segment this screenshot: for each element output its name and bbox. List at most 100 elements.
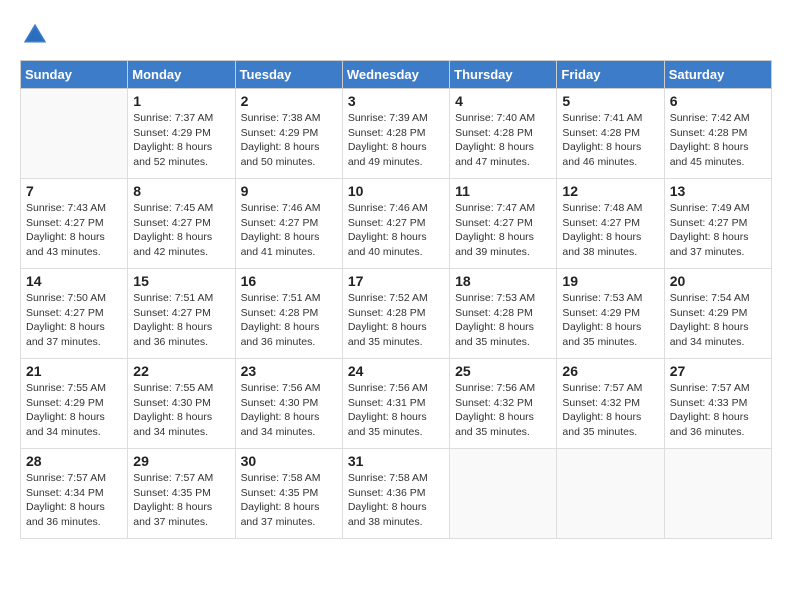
day-info: Sunrise: 7:47 AM Sunset: 4:27 PM Dayligh… <box>455 201 551 260</box>
day-number: 5 <box>562 93 658 109</box>
day-number: 27 <box>670 363 766 379</box>
day-cell: 7 Sunrise: 7:43 AM Sunset: 4:27 PM Daylig… <box>21 179 128 269</box>
day-cell: 24 Sunrise: 7:56 AM Sunset: 4:31 PM Dayli… <box>342 359 449 449</box>
day-info: Sunrise: 7:52 AM Sunset: 4:28 PM Dayligh… <box>348 291 444 350</box>
day-cell: 9 Sunrise: 7:46 AM Sunset: 4:27 PM Daylig… <box>235 179 342 269</box>
page-header <box>20 20 772 50</box>
calendar-header: SundayMondayTuesdayWednesdayThursdayFrid… <box>21 61 772 89</box>
day-cell: 30 Sunrise: 7:58 AM Sunset: 4:35 PM Dayli… <box>235 449 342 539</box>
day-info: Sunrise: 7:37 AM Sunset: 4:29 PM Dayligh… <box>133 111 229 170</box>
day-info: Sunrise: 7:55 AM Sunset: 4:29 PM Dayligh… <box>26 381 122 440</box>
day-number: 8 <box>133 183 229 199</box>
day-number: 4 <box>455 93 551 109</box>
day-number: 29 <box>133 453 229 469</box>
day-info: Sunrise: 7:50 AM Sunset: 4:27 PM Dayligh… <box>26 291 122 350</box>
day-cell: 31Sunrise: 7:58 AM Sunset: 4:36 PM Dayli… <box>342 449 449 539</box>
day-info: Sunrise: 7:57 AM Sunset: 4:32 PM Dayligh… <box>562 381 658 440</box>
day-info: Sunrise: 7:56 AM Sunset: 4:32 PM Dayligh… <box>455 381 551 440</box>
day-cell: 8 Sunrise: 7:45 AM Sunset: 4:27 PM Daylig… <box>128 179 235 269</box>
day-cell: 21Sunrise: 7:55 AM Sunset: 4:29 PM Dayli… <box>21 359 128 449</box>
day-info: Sunrise: 7:56 AM Sunset: 4:30 PM Dayligh… <box>241 381 337 440</box>
logo <box>20 20 54 50</box>
day-cell: 27Sunrise: 7:57 AM Sunset: 4:33 PM Dayli… <box>664 359 771 449</box>
day-info: Sunrise: 7:58 AM Sunset: 4:36 PM Dayligh… <box>348 471 444 530</box>
day-cell: 13 Sunrise: 7:49 AM Sunset: 4:27 PM Dayli… <box>664 179 771 269</box>
day-info: Sunrise: 7:56 AM Sunset: 4:31 PM Dayligh… <box>348 381 444 440</box>
day-info: Sunrise: 7:43 AM Sunset: 4:27 PM Dayligh… <box>26 201 122 260</box>
header-cell-tuesday: Tuesday <box>235 61 342 89</box>
day-info: Sunrise: 7:49 AM Sunset: 4:27 PM Dayligh… <box>670 201 766 260</box>
header-cell-sunday: Sunday <box>21 61 128 89</box>
week-row-4: 21Sunrise: 7:55 AM Sunset: 4:29 PM Dayli… <box>21 359 772 449</box>
day-cell: 14 Sunrise: 7:50 AM Sunset: 4:27 PM Dayli… <box>21 269 128 359</box>
day-info: Sunrise: 7:38 AM Sunset: 4:29 PM Dayligh… <box>241 111 337 170</box>
day-info: Sunrise: 7:57 AM Sunset: 4:35 PM Dayligh… <box>133 471 229 530</box>
day-info: Sunrise: 7:45 AM Sunset: 4:27 PM Dayligh… <box>133 201 229 260</box>
day-cell: 10Sunrise: 7:46 AM Sunset: 4:27 PM Dayli… <box>342 179 449 269</box>
week-row-2: 7 Sunrise: 7:43 AM Sunset: 4:27 PM Daylig… <box>21 179 772 269</box>
day-cell: 22 Sunrise: 7:55 AM Sunset: 4:30 PM Dayli… <box>128 359 235 449</box>
day-info: Sunrise: 7:57 AM Sunset: 4:34 PM Dayligh… <box>26 471 122 530</box>
day-number: 12 <box>562 183 658 199</box>
day-number: 20 <box>670 273 766 289</box>
day-number: 1 <box>133 93 229 109</box>
day-cell: 25Sunrise: 7:56 AM Sunset: 4:32 PM Dayli… <box>450 359 557 449</box>
header-cell-thursday: Thursday <box>450 61 557 89</box>
day-number: 22 <box>133 363 229 379</box>
day-cell: 16Sunrise: 7:51 AM Sunset: 4:28 PM Dayli… <box>235 269 342 359</box>
day-cell: 29 Sunrise: 7:57 AM Sunset: 4:35 PM Dayli… <box>128 449 235 539</box>
day-cell: 4 Sunrise: 7:40 AM Sunset: 4:28 PM Daylig… <box>450 89 557 179</box>
day-number: 24 <box>348 363 444 379</box>
day-cell: 19 Sunrise: 7:53 AM Sunset: 4:29 PM Dayli… <box>557 269 664 359</box>
day-number: 3 <box>348 93 444 109</box>
day-cell: 18Sunrise: 7:53 AM Sunset: 4:28 PM Dayli… <box>450 269 557 359</box>
week-row-1: 1 Sunrise: 7:37 AM Sunset: 4:29 PM Daylig… <box>21 89 772 179</box>
day-cell: 12 Sunrise: 7:48 AM Sunset: 4:27 PM Dayli… <box>557 179 664 269</box>
day-cell: 11 Sunrise: 7:47 AM Sunset: 4:27 PM Dayli… <box>450 179 557 269</box>
day-cell: 6Sunrise: 7:42 AM Sunset: 4:28 PM Daylig… <box>664 89 771 179</box>
day-number: 30 <box>241 453 337 469</box>
day-number: 9 <box>241 183 337 199</box>
logo-icon <box>20 20 50 50</box>
calendar-table: SundayMondayTuesdayWednesdayThursdayFrid… <box>20 60 772 539</box>
day-number: 10 <box>348 183 444 199</box>
day-info: Sunrise: 7:46 AM Sunset: 4:27 PM Dayligh… <box>241 201 337 260</box>
header-cell-friday: Friday <box>557 61 664 89</box>
day-cell: 26 Sunrise: 7:57 AM Sunset: 4:32 PM Dayli… <box>557 359 664 449</box>
day-cell: 28 Sunrise: 7:57 AM Sunset: 4:34 PM Dayli… <box>21 449 128 539</box>
day-info: Sunrise: 7:53 AM Sunset: 4:29 PM Dayligh… <box>562 291 658 350</box>
day-number: 17 <box>348 273 444 289</box>
day-number: 6 <box>670 93 766 109</box>
day-cell: 2 Sunrise: 7:38 AM Sunset: 4:29 PM Daylig… <box>235 89 342 179</box>
day-number: 14 <box>26 273 122 289</box>
day-number: 7 <box>26 183 122 199</box>
week-row-5: 28 Sunrise: 7:57 AM Sunset: 4:34 PM Dayli… <box>21 449 772 539</box>
day-number: 2 <box>241 93 337 109</box>
day-cell: 3 Sunrise: 7:39 AM Sunset: 4:28 PM Daylig… <box>342 89 449 179</box>
day-number: 19 <box>562 273 658 289</box>
day-cell: 20 Sunrise: 7:54 AM Sunset: 4:29 PM Dayli… <box>664 269 771 359</box>
day-number: 18 <box>455 273 551 289</box>
day-info: Sunrise: 7:54 AM Sunset: 4:29 PM Dayligh… <box>670 291 766 350</box>
day-number: 15 <box>133 273 229 289</box>
day-cell <box>664 449 771 539</box>
day-number: 13 <box>670 183 766 199</box>
day-info: Sunrise: 7:39 AM Sunset: 4:28 PM Dayligh… <box>348 111 444 170</box>
day-cell <box>21 89 128 179</box>
header-row: SundayMondayTuesdayWednesdayThursdayFrid… <box>21 61 772 89</box>
day-cell: 1 Sunrise: 7:37 AM Sunset: 4:29 PM Daylig… <box>128 89 235 179</box>
day-cell: 5Sunrise: 7:41 AM Sunset: 4:28 PM Daylig… <box>557 89 664 179</box>
header-cell-monday: Monday <box>128 61 235 89</box>
week-row-3: 14 Sunrise: 7:50 AM Sunset: 4:27 PM Dayli… <box>21 269 772 359</box>
day-number: 26 <box>562 363 658 379</box>
day-number: 23 <box>241 363 337 379</box>
day-info: Sunrise: 7:55 AM Sunset: 4:30 PM Dayligh… <box>133 381 229 440</box>
day-info: Sunrise: 7:40 AM Sunset: 4:28 PM Dayligh… <box>455 111 551 170</box>
day-number: 11 <box>455 183 551 199</box>
day-cell: 23 Sunrise: 7:56 AM Sunset: 4:30 PM Dayli… <box>235 359 342 449</box>
day-cell: 15Sunrise: 7:51 AM Sunset: 4:27 PM Dayli… <box>128 269 235 359</box>
day-info: Sunrise: 7:51 AM Sunset: 4:28 PM Dayligh… <box>241 291 337 350</box>
day-number: 28 <box>26 453 122 469</box>
day-info: Sunrise: 7:48 AM Sunset: 4:27 PM Dayligh… <box>562 201 658 260</box>
day-info: Sunrise: 7:58 AM Sunset: 4:35 PM Dayligh… <box>241 471 337 530</box>
